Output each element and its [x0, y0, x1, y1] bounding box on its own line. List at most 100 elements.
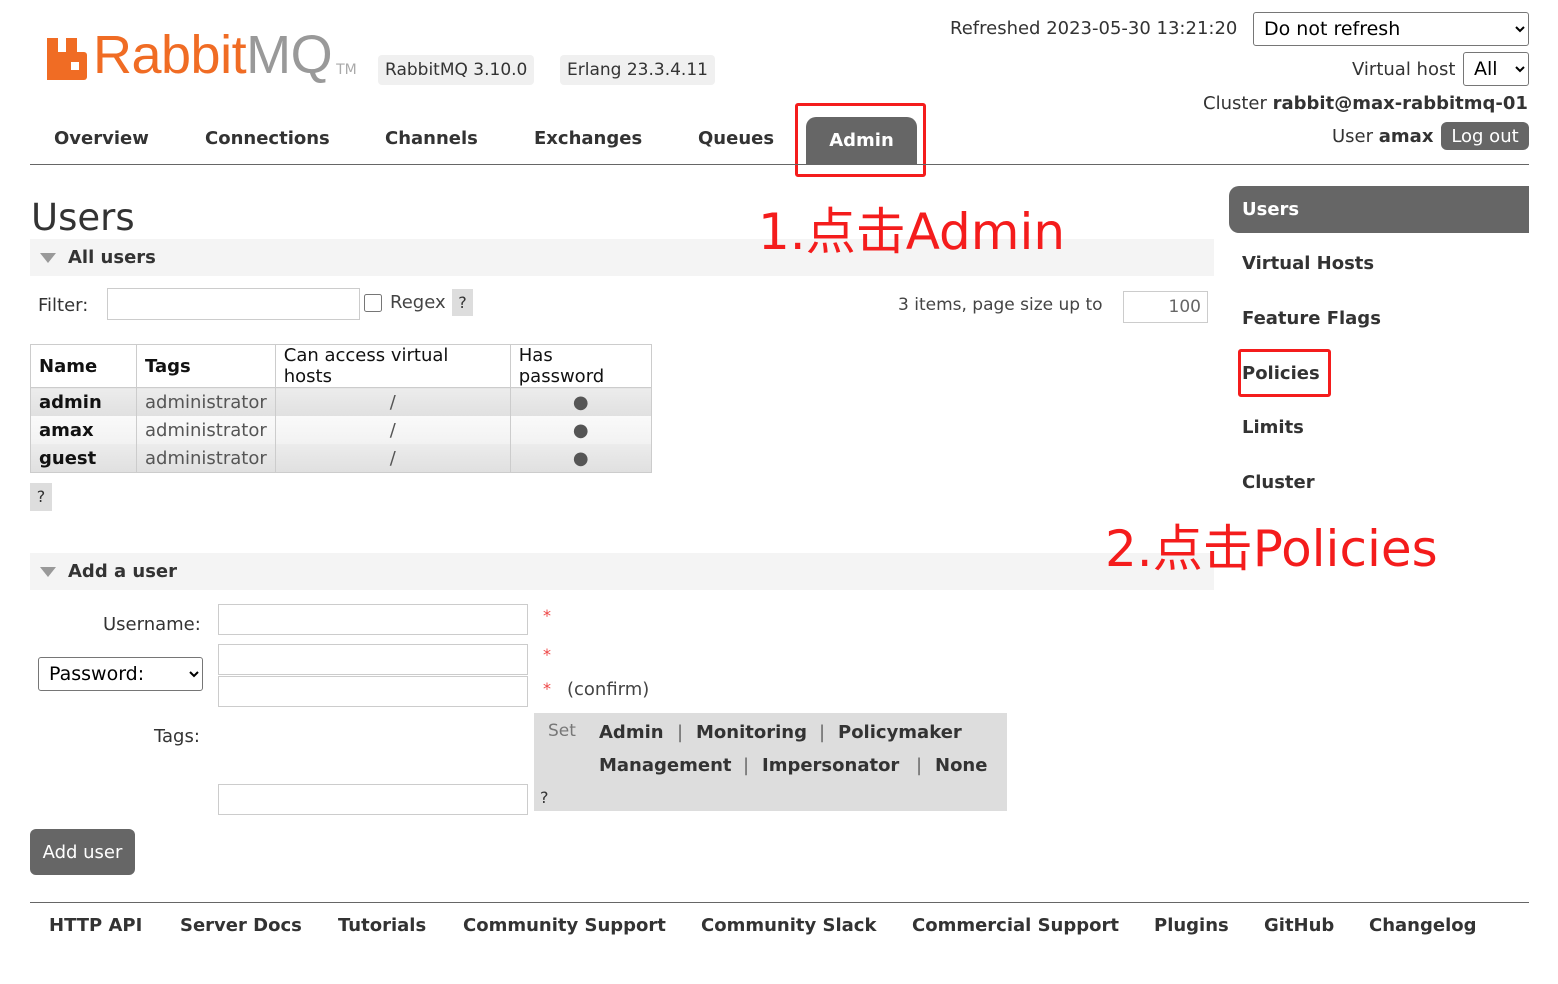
password-confirm-input[interactable]	[218, 676, 528, 707]
add-user-section-header[interactable]: Add a user	[30, 553, 1214, 590]
all-users-label: All users	[68, 247, 156, 268]
tag-policymaker-link[interactable]: Policymaker	[838, 722, 962, 743]
collapse-triangle-icon	[40, 567, 56, 577]
tag-admin-link[interactable]: Admin	[599, 722, 664, 743]
header-divider	[30, 164, 1529, 165]
refreshed-label: Refreshed 2023-05-30 13:21:20	[950, 18, 1238, 39]
tags-help-button[interactable]: ?	[540, 788, 549, 807]
username-input[interactable]	[218, 604, 528, 635]
user-name-cell[interactable]: amax	[30, 416, 137, 444]
refresh-select[interactable]: Do not refresh	[1253, 12, 1529, 46]
tab-queues[interactable]: Queues	[698, 128, 774, 149]
rabbitmq-logo[interactable]: RabbitMQ TM	[47, 25, 357, 85]
col-name[interactable]: Name	[30, 344, 137, 388]
footer-link-changelog[interactable]: Changelog	[1369, 915, 1477, 936]
tag-impersonator-link[interactable]: Impersonator	[762, 755, 899, 776]
side-nav-feature-flags[interactable]: Feature Flags	[1242, 308, 1381, 329]
logout-button[interactable]: Log out	[1441, 122, 1529, 150]
user-password-cell: ●	[509, 444, 652, 473]
user-info: User amax	[1332, 126, 1434, 147]
regex-label: Regex	[390, 292, 446, 313]
tag-management-link[interactable]: Management	[599, 755, 732, 776]
password-mode-select[interactable]: Password:	[38, 657, 203, 691]
password-input[interactable]	[218, 644, 528, 675]
tab-channels[interactable]: Channels	[385, 128, 478, 149]
table-row[interactable]: admin administrator / ●	[30, 387, 652, 416]
tag-separator: |	[916, 755, 923, 776]
user-password-cell: ●	[509, 416, 652, 444]
col-has-password: Has password	[509, 344, 652, 388]
table-row[interactable]: guest administrator / ●	[30, 444, 652, 473]
items-count-label: 3 items, page size up to	[898, 295, 1103, 315]
tag-presets-box: Set Admin | Monitoring | Policymaker Man…	[534, 713, 1007, 811]
footer-link-github[interactable]: GitHub	[1264, 915, 1334, 936]
side-nav-limits[interactable]: Limits	[1242, 417, 1304, 438]
tags-label: Tags:	[154, 726, 200, 747]
erlang-version-badge: Erlang 23.3.4.11	[560, 55, 715, 85]
col-tags[interactable]: Tags	[136, 344, 276, 388]
user-tags-cell: administrator	[136, 387, 276, 416]
username-label: Username:	[103, 614, 201, 635]
user-password-cell: ●	[509, 387, 652, 416]
rabbitmq-version-badge: RabbitMQ 3.10.0	[378, 55, 535, 85]
confirm-label: (confirm)	[567, 679, 650, 700]
footer-link-server-docs[interactable]: Server Docs	[180, 915, 302, 936]
filter-label: Filter:	[38, 295, 89, 316]
cluster-info: Cluster rabbit@max-rabbitmq-01	[1203, 93, 1528, 114]
tag-separator: |	[819, 722, 826, 743]
required-marker: *	[543, 606, 551, 625]
tab-connections[interactable]: Connections	[205, 128, 330, 149]
policies-highlight-box	[1238, 349, 1331, 397]
tags-input[interactable]	[218, 784, 528, 815]
required-marker: *	[543, 645, 551, 664]
footer-link-community-slack[interactable]: Community Slack	[701, 915, 876, 936]
tag-separator: |	[677, 722, 684, 743]
user-vhosts-cell: /	[274, 416, 511, 444]
filter-help-button[interactable]: ?	[452, 289, 473, 316]
logo-trademark: TM	[336, 62, 357, 78]
logo-wordmark: RabbitMQ	[93, 25, 333, 85]
page-title: Users	[31, 196, 135, 239]
footer-link-http-api[interactable]: HTTP API	[49, 915, 142, 936]
page-size-input[interactable]	[1123, 291, 1208, 323]
required-marker: *	[543, 679, 551, 698]
footer-link-commercial-support[interactable]: Commercial Support	[912, 915, 1119, 936]
tab-exchanges[interactable]: Exchanges	[534, 128, 642, 149]
add-user-button[interactable]: Add user	[30, 829, 135, 875]
admin-highlight-box	[795, 103, 926, 177]
vhost-select[interactable]: All	[1463, 52, 1529, 86]
vhost-label: Virtual host	[1352, 59, 1456, 80]
tag-monitoring-link[interactable]: Monitoring	[696, 722, 807, 743]
set-label: Set	[548, 721, 576, 741]
rabbitmq-logo-icon	[47, 34, 87, 80]
tab-overview[interactable]: Overview	[54, 128, 149, 149]
table-header-row: Name Tags Can access virtual hosts Has p…	[30, 344, 652, 388]
tag-none-link[interactable]: None	[935, 755, 987, 776]
footer-link-plugins[interactable]: Plugins	[1154, 915, 1229, 936]
side-nav-virtual-hosts[interactable]: Virtual Hosts	[1242, 253, 1374, 274]
user-name-cell[interactable]: admin	[30, 387, 137, 416]
side-nav-cluster[interactable]: Cluster	[1242, 472, 1315, 493]
footer-link-tutorials[interactable]: Tutorials	[338, 915, 426, 936]
user-vhosts-cell: /	[274, 387, 511, 416]
collapse-triangle-icon	[40, 253, 56, 263]
tag-separator: |	[743, 755, 750, 776]
annotation-step2: 2.点击Policies	[1105, 520, 1438, 578]
user-tags-cell: administrator	[136, 444, 276, 473]
current-user: amax	[1378, 126, 1434, 147]
side-nav-users[interactable]: Users	[1229, 186, 1529, 233]
filter-input[interactable]	[107, 288, 360, 320]
add-user-label: Add a user	[68, 561, 177, 582]
table-help-button[interactable]: ?	[30, 483, 52, 511]
regex-checkbox[interactable]	[364, 294, 382, 312]
table-row[interactable]: amax administrator / ●	[30, 416, 652, 444]
user-tags-cell: administrator	[136, 416, 276, 444]
col-vhosts: Can access virtual hosts	[274, 344, 511, 388]
annotation-step1: 1.点击Admin	[758, 203, 1066, 261]
user-name-cell[interactable]: guest	[30, 444, 137, 473]
users-table: Name Tags Can access virtual hosts Has p…	[30, 344, 652, 473]
footer-link-community-support[interactable]: Community Support	[463, 915, 666, 936]
cluster-name: rabbit@max-rabbitmq-01	[1272, 93, 1528, 114]
user-vhosts-cell: /	[274, 444, 511, 473]
footer-divider	[30, 902, 1529, 903]
